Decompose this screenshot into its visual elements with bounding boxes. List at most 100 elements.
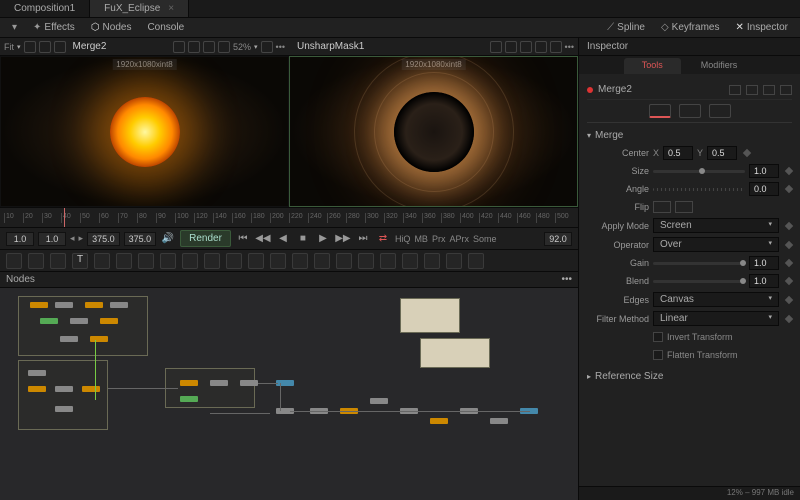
tool-icon[interactable]	[50, 253, 66, 269]
tool-icon[interactable]	[182, 253, 198, 269]
viewer-opt-icon[interactable]	[188, 41, 200, 53]
play-reverse-button[interactable]: ◀	[275, 231, 291, 247]
range-out[interactable]: 375.0	[87, 232, 120, 246]
keyframe-icon[interactable]	[743, 149, 751, 157]
fit-dropdown[interactable]: Fit	[4, 42, 14, 52]
viewer-opt-icon[interactable]	[520, 41, 532, 53]
viewer-opt-icon[interactable]	[490, 41, 502, 53]
end-frame[interactable]: 92.0	[544, 232, 572, 246]
tool-icon[interactable]	[336, 253, 352, 269]
keyframe-icon[interactable]	[785, 221, 793, 229]
flip-h-button[interactable]	[653, 201, 671, 213]
spline-button[interactable]: ⟋ Spline	[601, 20, 651, 35]
gain-slider[interactable]	[653, 262, 745, 265]
operator-select[interactable]: Over▾	[653, 237, 779, 252]
keyframe-icon[interactable]	[785, 185, 793, 193]
keyframe-icon[interactable]	[785, 314, 793, 322]
viewer-opt-icon[interactable]	[54, 41, 66, 53]
range-in[interactable]: 1.0	[6, 232, 34, 246]
tool-icon[interactable]	[94, 253, 110, 269]
tab-composition1[interactable]: Composition1	[0, 0, 90, 17]
viewer-2[interactable]: 1920x1080xint8	[289, 56, 578, 207]
tool-icon[interactable]	[468, 253, 484, 269]
size-slider[interactable]	[653, 170, 745, 173]
current-frame[interactable]: 1.0	[38, 232, 66, 246]
flatten-checkbox[interactable]	[653, 350, 663, 360]
console-button[interactable]: Console	[141, 20, 190, 35]
step-fwd-button[interactable]: ▶▶	[335, 231, 351, 247]
aprx-toggle[interactable]: APrx	[449, 234, 469, 244]
tool-icon[interactable]	[160, 253, 176, 269]
tool-icon[interactable]	[380, 253, 396, 269]
tool-icon[interactable]	[314, 253, 330, 269]
viewer-opt-icon[interactable]	[550, 41, 562, 53]
viewer-1[interactable]: 1920x1080xint8	[0, 56, 289, 207]
keyframes-button[interactable]: ◇ Keyframes	[655, 20, 726, 35]
tool-icon[interactable]	[446, 253, 462, 269]
audio-icon[interactable]: 🔊	[160, 231, 176, 247]
inspector-button[interactable]: ✕ Inspector	[729, 20, 794, 35]
loop-button[interactable]: ⇄	[375, 231, 391, 247]
filter-select[interactable]: Linear▾	[653, 311, 779, 326]
viewer-opt-icon[interactable]	[218, 41, 230, 53]
nodes-button[interactable]: ⬡ Nodes	[85, 20, 138, 35]
flip-v-button[interactable]	[675, 201, 693, 213]
nodes-menu[interactable]: •••	[561, 274, 572, 285]
applymode-select[interactable]: Screen▾	[653, 218, 779, 233]
edges-select[interactable]: Canvas▾	[653, 292, 779, 307]
step-back-button[interactable]: ◀◀	[255, 231, 271, 247]
hiq-toggle[interactable]: HiQ	[395, 234, 411, 244]
tool-icon[interactable]	[402, 253, 418, 269]
angle-input[interactable]: 0.0	[749, 182, 779, 196]
tool-icon[interactable]: T	[72, 253, 88, 269]
stop-button[interactable]: ■	[295, 231, 311, 247]
zoom-dropdown[interactable]: 52%	[233, 42, 251, 52]
tool-icon[interactable]	[248, 253, 264, 269]
center-x-input[interactable]: 0.5	[663, 146, 693, 160]
keyframe-icon[interactable]	[785, 167, 793, 175]
keyframe-icon[interactable]	[785, 240, 793, 248]
node-graph[interactable]	[0, 288, 578, 500]
size-input[interactable]: 1.0	[749, 164, 779, 178]
viewer-opt-icon[interactable]	[203, 41, 215, 53]
blend-slider[interactable]	[653, 280, 745, 283]
mb-toggle[interactable]: MB	[414, 234, 428, 244]
render-button[interactable]: Render	[180, 230, 231, 247]
tab-modifiers[interactable]: Modifiers	[683, 58, 756, 74]
controls-tab-icon[interactable]	[649, 104, 671, 118]
tool-icon[interactable]	[358, 253, 374, 269]
tool-icon[interactable]	[116, 253, 132, 269]
controls-tab-icon[interactable]	[709, 104, 731, 118]
enable-dot-icon[interactable]	[587, 87, 593, 93]
last-frame-button[interactable]: ⏭	[355, 231, 371, 247]
prx-toggle[interactable]: Prx	[432, 234, 446, 244]
viewer-opt-icon[interactable]	[505, 41, 517, 53]
invert-checkbox[interactable]	[653, 332, 663, 342]
viewer-opt-icon[interactable]	[535, 41, 547, 53]
refsize-section[interactable]: ▸Reference Size	[587, 368, 792, 385]
center-y-input[interactable]: 0.5	[707, 146, 737, 160]
viewer-opt-icon[interactable]	[24, 41, 36, 53]
tool-icon[interactable]	[424, 253, 440, 269]
tool-icon[interactable]	[6, 253, 22, 269]
layout-dropdown[interactable]: ▾	[6, 20, 23, 35]
tool-icon[interactable]	[226, 253, 242, 269]
keyframe-icon[interactable]	[785, 277, 793, 285]
effects-button[interactable]: ✦ Effects	[27, 20, 81, 35]
time-ruler[interactable]: 1020304050607080901001201401601802002202…	[0, 208, 578, 228]
viewer-opt-icon[interactable]	[261, 41, 273, 53]
tool-icon[interactable]	[204, 253, 220, 269]
first-frame-button[interactable]: ⏮	[235, 231, 251, 247]
some-toggle[interactable]: Some	[473, 234, 497, 244]
tool-icon[interactable]	[270, 253, 286, 269]
blend-input[interactable]: 1.0	[749, 274, 779, 288]
merge-section[interactable]: ▾Merge	[587, 127, 792, 144]
tab-tools[interactable]: Tools	[624, 58, 681, 74]
total-frames[interactable]: 375.0	[124, 232, 157, 246]
lock-icon[interactable]	[763, 85, 775, 95]
pin-icon[interactable]	[746, 85, 758, 95]
tool-header-icon[interactable]	[729, 85, 741, 95]
angle-slider[interactable]	[653, 188, 745, 191]
controls-tab-icon[interactable]	[679, 104, 701, 118]
settings-icon[interactable]	[780, 85, 792, 95]
